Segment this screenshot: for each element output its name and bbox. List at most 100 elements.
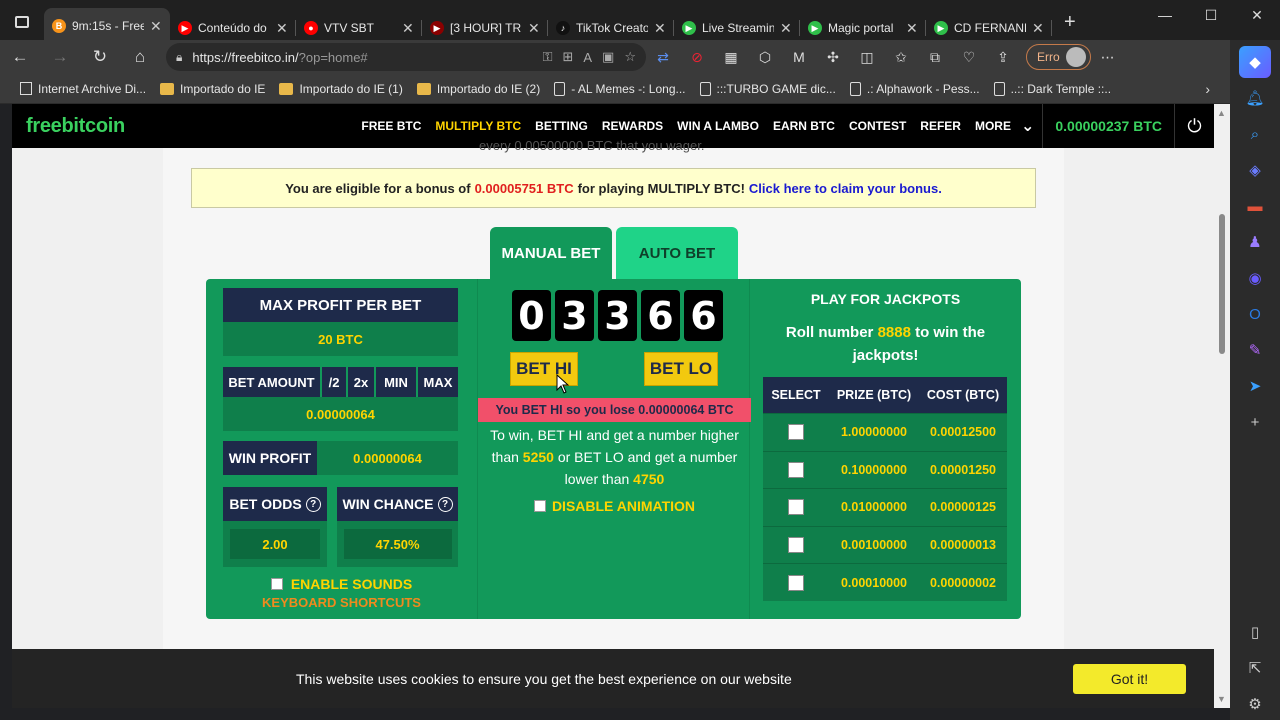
bookmark-item[interactable]: .: Alphawork - Pess... — [849, 81, 980, 96]
bookmark-item[interactable]: Internet Archive Di... — [20, 82, 146, 96]
tag-icon[interactable]: ◈ — [1239, 154, 1271, 186]
outlook-icon[interactable]: O — [1239, 298, 1271, 330]
keyboard-shortcuts-link[interactable]: KEYBOARD SHORTCUTS — [206, 595, 477, 610]
half-bet-button[interactable]: /2 — [322, 367, 346, 397]
adblock-extension-icon[interactable]: ⊘ — [680, 40, 714, 74]
tab-actions-icon[interactable] — [0, 0, 44, 44]
address-bar[interactable]: 🔒︎ https://freebitco.in/?op=home# ⚿ ⊞ A … — [166, 43, 646, 71]
jackpot-checkbox[interactable] — [788, 424, 804, 441]
key-icon[interactable]: ⚿ — [543, 49, 553, 65]
close-tab-icon[interactable]: ✕ — [528, 20, 540, 37]
minimize-icon[interactable]: — — [1142, 0, 1188, 30]
close-tab-icon[interactable]: ✕ — [780, 20, 792, 37]
nav-earn-btc[interactable]: EARN BTC — [766, 104, 842, 148]
read-aloud-icon[interactable]: A — [583, 50, 592, 65]
immersive-reader-icon[interactable]: ▣ — [602, 49, 614, 65]
bookmark-item[interactable]: Importado do IE (2) — [416, 82, 540, 96]
settings-gear-icon[interactable]: ⚙ — [1239, 688, 1271, 720]
external-link-icon[interactable]: ⇱ — [1239, 652, 1271, 684]
url-text[interactable]: https://freebitco.in/?op=home# — [192, 50, 532, 65]
bet-odds-input[interactable]: 2.00 — [230, 529, 320, 559]
puzzle-extension-icon[interactable]: ✣ — [816, 40, 850, 74]
favorites-icon[interactable]: ✩ — [884, 40, 918, 74]
site-logo[interactable]: freebitcoin — [26, 115, 125, 138]
close-tab-icon[interactable]: ✕ — [276, 20, 288, 37]
favorite-star-icon[interactable]: ☆ — [624, 49, 636, 65]
search-icon[interactable]: ⌕ — [1239, 118, 1271, 150]
jackpot-checkbox[interactable] — [788, 499, 804, 516]
browser-tab[interactable]: B 9m:15s - Free ✕ — [44, 8, 170, 44]
bookmark-item[interactable]: ..:: Dark Temple ::.. — [993, 81, 1111, 96]
tab-favicon-icon: ▶ — [808, 21, 822, 35]
jackpot-checkbox[interactable] — [788, 537, 804, 554]
collections-icon[interactable]: ⧉ — [918, 40, 952, 74]
apps-icon[interactable]: ⊞ — [562, 49, 573, 65]
scrollbar-thumb[interactable] — [1219, 214, 1225, 354]
refresh-icon[interactable]: ↻ — [80, 40, 120, 74]
box-extension-icon[interactable]: ⬡ — [748, 40, 782, 74]
add-icon[interactable]: + — [1239, 406, 1271, 438]
help-question-icon[interactable]: ? — [437, 496, 453, 512]
copilot-icon[interactable]: ◆ — [1239, 46, 1271, 78]
close-tab-icon[interactable]: ✕ — [654, 20, 666, 37]
close-tab-icon[interactable]: ✕ — [402, 20, 414, 37]
designer-icon[interactable]: ✎ — [1239, 334, 1271, 366]
split-screen-icon[interactable]: ◫ — [850, 40, 884, 74]
win-chance-input[interactable]: 47.50% — [343, 529, 452, 559]
min-bet-button[interactable]: MIN — [376, 367, 416, 397]
translate-extension-icon[interactable]: ⇄ — [646, 40, 680, 74]
jackpot-checkbox[interactable] — [788, 461, 804, 478]
send-icon[interactable]: ➤ — [1239, 370, 1271, 402]
health-icon[interactable]: ♡ — [952, 40, 986, 74]
tab-manual-bet[interactable]: MANUAL BET — [490, 227, 612, 279]
sidebar-toggle-icon[interactable]: ▯ — [1239, 616, 1271, 648]
profile-button[interactable]: Erro — [1026, 44, 1091, 70]
cookie-accept-button[interactable]: Got it! — [1073, 664, 1186, 694]
max-bet-button[interactable]: MAX — [418, 367, 458, 397]
nav-more[interactable]: MORE — [968, 104, 1018, 148]
bookmark-item[interactable]: Importado do IE — [160, 82, 265, 96]
more-options-icon[interactable]: ⋯ — [1091, 40, 1125, 74]
close-window-icon[interactable]: ✕ — [1234, 0, 1280, 30]
bookmark-item[interactable]: Importado do IE (1) — [279, 82, 403, 96]
bell-icon[interactable]: 🔔︎ — [1239, 82, 1271, 114]
disable-animation-option[interactable]: DISABLE ANIMATION — [478, 498, 751, 514]
bookmark-label: :::TURBO GAME dic... — [716, 81, 836, 96]
claim-bonus-link[interactable]: Click here to claim your bonus. — [749, 181, 942, 196]
bet-amount-input[interactable]: 0.00000064 — [223, 397, 458, 431]
close-tab-icon[interactable]: ✕ — [906, 20, 918, 37]
logout-power-icon[interactable]: ⏻ — [1174, 104, 1214, 148]
circle-app-icon[interactable]: ◉ — [1239, 262, 1271, 294]
page-scrollbar[interactable]: ▲ ▼ — [1214, 104, 1230, 708]
disable-animation-checkbox[interactable] — [533, 500, 546, 512]
close-tab-icon[interactable]: ✕ — [150, 18, 162, 35]
chevron-right-icon[interactable]: › — [1205, 81, 1210, 97]
bookmark-item[interactable]: :::TURBO GAME dic... — [699, 81, 836, 96]
nav-refer[interactable]: REFER — [913, 104, 968, 148]
toolbox-icon[interactable]: ▬ — [1239, 190, 1271, 222]
nav-free-btc[interactable]: FREE BTC — [354, 104, 428, 148]
share-icon[interactable]: ⇪ — [986, 40, 1020, 74]
enable-sounds-option[interactable]: ENABLE SOUNDS — [206, 576, 477, 592]
extension-icon[interactable]: ▦ — [714, 40, 748, 74]
new-tab-button[interactable]: + — [1052, 11, 1088, 34]
double-bet-button[interactable]: 2x — [348, 367, 374, 397]
forward-icon[interactable]: → — [40, 40, 80, 74]
back-icon[interactable]: ← — [0, 40, 40, 74]
scroll-down-icon[interactable]: ▼ — [1217, 694, 1226, 704]
jackpot-checkbox[interactable] — [788, 574, 804, 591]
scroll-up-icon[interactable]: ▲ — [1217, 108, 1226, 118]
bookmark-item[interactable]: - AL Memes -: Long... — [554, 81, 686, 96]
close-tab-icon[interactable]: ✕ — [1032, 20, 1044, 37]
maximize-icon[interactable]: ☐ — [1188, 0, 1234, 30]
help-question-icon[interactable]: ? — [305, 496, 321, 512]
table-row: 0.00010000 0.00000002 — [763, 563, 1007, 601]
bet-lo-button[interactable]: BET LO — [644, 352, 718, 386]
nav-contest[interactable]: CONTEST — [842, 104, 913, 148]
tab-auto-bet[interactable]: AUTO BET — [616, 227, 738, 279]
person-icon[interactable]: ♟ — [1239, 226, 1271, 258]
m-extension-icon[interactable]: M — [782, 40, 816, 74]
home-icon[interactable]: ⌂ — [120, 40, 160, 74]
lock-icon[interactable]: 🔒︎ — [176, 50, 182, 65]
enable-sounds-checkbox[interactable] — [270, 578, 283, 590]
